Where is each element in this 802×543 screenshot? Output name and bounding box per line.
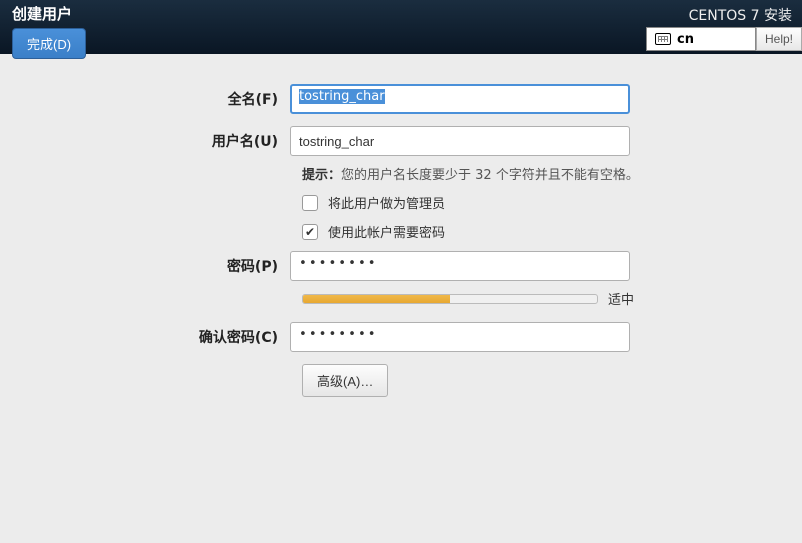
confirm-password-input[interactable]: ••••••••	[290, 322, 630, 352]
done-button[interactable]: 完成(D)	[12, 28, 86, 59]
password-mask: ••••••••	[299, 256, 378, 271]
confirm-password-mask: ••••••••	[299, 327, 378, 342]
fullname-row: 全名(F) tostring_char	[40, 84, 762, 114]
password-strength-bar	[302, 294, 598, 304]
fullname-value: tostring_char	[299, 89, 385, 104]
require-password-row: 使用此帐户需要密码	[302, 222, 762, 241]
keyboard-layout-label: cn	[677, 32, 694, 47]
help-button[interactable]: Help!	[756, 27, 802, 51]
install-title: CENTOS 7 安装	[689, 5, 802, 25]
header-left: 创建用户 完成(D)	[8, 3, 86, 54]
password-strength-label: 适中	[608, 289, 634, 308]
user-form: 全名(F) tostring_char 用户名(U) 提示：您的用户名长度要少于…	[0, 54, 802, 417]
username-row: 用户名(U)	[40, 126, 762, 156]
keyboard-layout-indicator[interactable]: cn	[646, 27, 756, 51]
admin-checkbox-row: 将此用户做为管理员	[302, 193, 762, 212]
hint-prefix: 提示：	[302, 168, 341, 183]
confirm-password-row: 确认密码(C) ••••••••	[40, 322, 762, 352]
advanced-button[interactable]: 高级(A)…	[302, 364, 388, 397]
username-input[interactable]	[290, 126, 630, 156]
header-right-row: cn Help!	[646, 27, 802, 51]
admin-checkbox[interactable]	[302, 195, 318, 211]
password-label: 密码(P)	[40, 256, 290, 276]
installer-header: 创建用户 完成(D) CENTOS 7 安装 cn Help!	[0, 0, 802, 54]
password-input[interactable]: ••••••••	[290, 251, 630, 281]
hint-text: 您的用户名长度要少于 32 个字符并且不能有空格。	[341, 168, 639, 183]
keyboard-icon	[655, 33, 671, 45]
confirm-password-label: 确认密码(C)	[40, 327, 290, 347]
fullname-label: 全名(F)	[40, 89, 290, 109]
require-password-label: 使用此帐户需要密码	[328, 222, 445, 241]
require-password-checkbox[interactable]	[302, 224, 318, 240]
password-strength-fill	[303, 295, 450, 303]
password-row: 密码(P) ••••••••	[40, 251, 762, 281]
fullname-input[interactable]: tostring_char	[290, 84, 630, 114]
username-hint: 提示：您的用户名长度要少于 32 个字符并且不能有空格。	[302, 164, 762, 183]
header-right: CENTOS 7 安装 cn Help!	[646, 3, 802, 54]
admin-checkbox-label: 将此用户做为管理员	[328, 193, 445, 212]
username-label: 用户名(U)	[40, 131, 290, 151]
page-title: 创建用户	[8, 3, 86, 24]
password-strength-row: 适中	[302, 289, 762, 308]
